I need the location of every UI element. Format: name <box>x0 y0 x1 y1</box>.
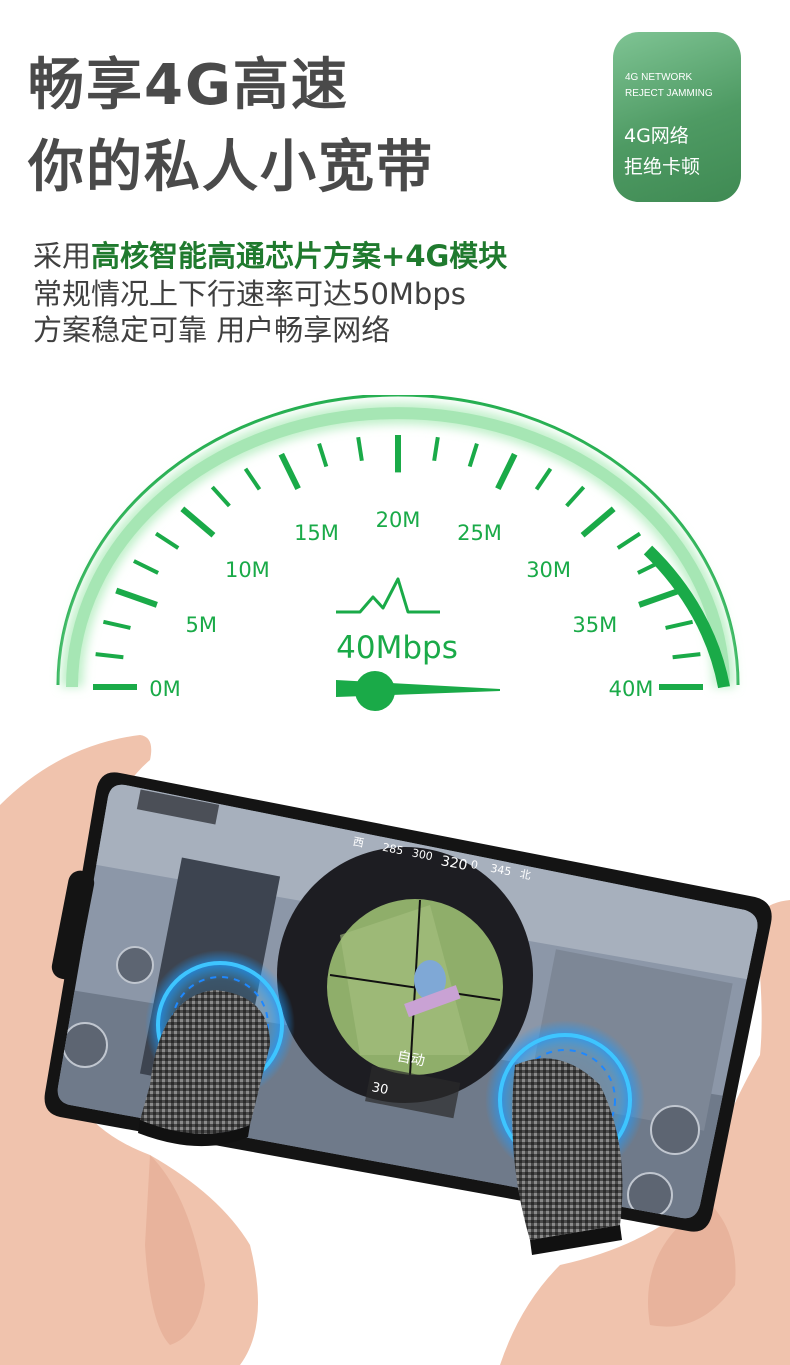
gauge-label: 5M <box>185 613 216 637</box>
gauge-label: 20M <box>376 508 421 532</box>
gauge-minor-tick <box>665 619 694 630</box>
badge-en-line-1: 4G NETWORK <box>625 72 693 83</box>
ammo-count: 30 <box>370 1080 389 1098</box>
gauge-major-tick <box>580 506 616 538</box>
speed-gauge: 0M 5M 10M 15M 20M 25M 30M 35M 40M 40Mbps <box>56 395 740 711</box>
gauge-minor-tick <box>102 619 131 630</box>
pulse-wave-icon <box>336 577 440 614</box>
description-prefix: 采用 <box>33 239 92 273</box>
description-highlight: 高核智能高通芯片方案+4G模块 <box>91 239 508 273</box>
gauge-major-tick <box>638 587 681 608</box>
badge-en-line-2: REJECT JAMMING <box>625 88 713 99</box>
gauge-label: 10M <box>225 558 270 582</box>
description-line-3: 方案稳定可靠 用户畅享网络 <box>33 313 391 347</box>
gauge-minor-tick <box>672 652 701 660</box>
headline-line-1: 畅享4G高速 <box>28 53 349 118</box>
gauge-minor-tick <box>356 436 364 462</box>
run-icon[interactable] <box>116 946 154 984</box>
speed-readout: 40Mbps <box>336 630 458 666</box>
gauge-minor-tick <box>565 485 586 508</box>
gauge-label: 35M <box>572 613 617 637</box>
gauge-label: 40M <box>609 677 654 701</box>
gauge-minor-tick <box>534 467 553 491</box>
gauge-major-tick <box>115 587 158 608</box>
gauge-label: 15M <box>294 521 339 545</box>
gauge-minor-tick <box>616 531 642 550</box>
headline-line-2: 你的私人小宽带 <box>28 135 434 200</box>
backpack-icon[interactable] <box>62 1022 108 1068</box>
gauge-minor-tick <box>317 442 329 468</box>
badge-english-text: 4G NETWORK REJECT JAMMING <box>625 70 713 102</box>
gauge-minor-tick <box>432 436 440 462</box>
gauge-labels: 0M 5M 10M 15M 20M 25M 30M 35M 40M <box>149 508 653 701</box>
badge-chinese-text: 4G网络 拒绝卡顿 <box>624 121 700 183</box>
description-line-1: 采用高核智能高通芯片方案+4G模块 <box>33 242 507 271</box>
gauge-minor-tick <box>467 442 479 468</box>
badge-cn-line-1: 4G网络 <box>624 125 689 147</box>
crouch-icon[interactable] <box>650 1105 700 1155</box>
network-badge: 4G NETWORK REJECT JAMMING 4G网络 拒绝卡顿 <box>613 32 741 202</box>
description-line-2: 常规情况上下行速率可达50Mbps <box>33 277 466 311</box>
gauge-minor-tick <box>132 559 159 575</box>
gauge-label: 25M <box>457 521 502 545</box>
gauge-needle-hub <box>355 671 395 711</box>
gauge-major-tick <box>495 452 518 491</box>
gauge-major-tick <box>180 506 216 538</box>
gauge-minor-tick <box>95 652 124 660</box>
gauge-label: 30M <box>526 558 571 582</box>
gauge-label: 0M <box>149 677 180 701</box>
gauge-major-tick <box>278 452 301 491</box>
gauge-minor-tick <box>154 531 180 550</box>
badge-cn-line-2: 拒绝卡顿 <box>624 156 701 178</box>
gauge-minor-tick <box>243 467 262 491</box>
phone-game-illustration: 西 285 300 320 0 345 北 自动 30 <box>0 735 790 1365</box>
gauge-minor-tick <box>210 485 231 508</box>
